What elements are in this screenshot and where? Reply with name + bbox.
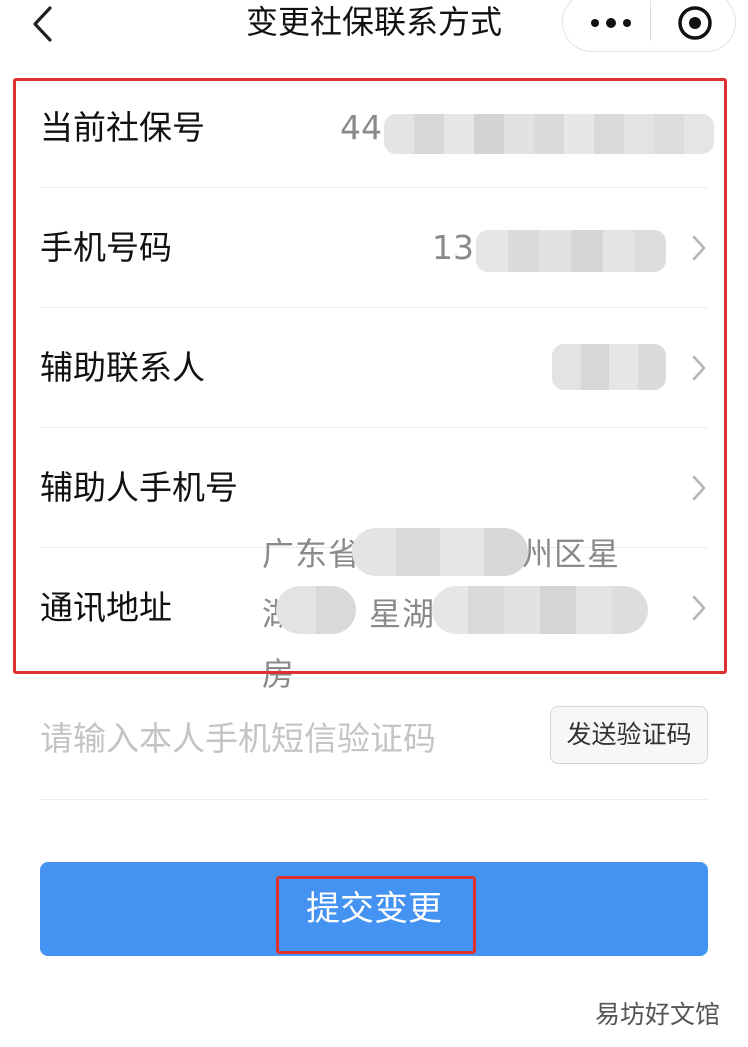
watermark: 易坊好文馆 [594,1000,720,1029]
back-button[interactable] [26,4,60,44]
chevron-right-icon [690,594,708,622]
row-divider [40,799,708,800]
assist-contact-label: 辅助联系人 [40,348,205,387]
target-circle-icon [678,6,712,40]
masked-address-part-1 [352,528,528,576]
more-dots-icon [591,19,599,27]
masked-address-part-2 [276,586,356,634]
address-line-2-mid: 星湖 [369,595,436,633]
masked-social-security-number [384,114,714,154]
address-line-1-suffix: 州区星 [521,535,621,573]
more-button[interactable] [575,0,645,51]
social-security-label: 当前社保号 [40,108,205,147]
sms-code-row: 发送验证码 [40,678,708,800]
chevron-right-icon [690,354,708,382]
page-title: 变更社保联系方式 [245,3,502,41]
page: 变更社保联系方式 当前社保号 44 手机号码 13 辅助联系人 辅助人手机号 通… [0,0,748,1047]
masked-phone-number [476,230,666,272]
submit-label: 提交变更 [306,889,442,929]
assist-phone-label: 辅助人手机号 [40,468,238,507]
send-code-button[interactable]: 发送验证码 [550,706,708,764]
chevron-left-icon [33,6,52,42]
chevron-right-icon [690,474,708,502]
more-dots-icon [606,18,616,28]
address-line-1-prefix: 广东省 [262,535,362,573]
phone-label: 手机号码 [40,228,172,267]
submit-change-button[interactable]: 提交变更 [40,862,708,956]
masked-assist-contact-name [552,344,666,390]
social-security-value: 44 [340,108,382,147]
address-row[interactable]: 通讯地址 广东省州区星 湖星湖 房 [40,528,708,693]
close-mini-program-button[interactable] [663,0,723,51]
social-security-row: 当前社保号 44 [40,68,714,188]
phone-value: 13 [432,228,474,267]
chevron-right-icon [690,234,708,262]
mini-program-capsule [562,0,736,52]
assist-contact-row[interactable]: 辅助联系人 [40,308,708,428]
sms-code-input[interactable] [40,708,520,768]
address-label: 通讯地址 [40,588,172,627]
capsule-divider [650,1,651,41]
navigation-bar: 变更社保联系方式 [0,0,748,52]
masked-address-part-3 [432,586,648,634]
more-dots-icon [623,19,631,27]
phone-row[interactable]: 手机号码 13 [40,188,708,308]
